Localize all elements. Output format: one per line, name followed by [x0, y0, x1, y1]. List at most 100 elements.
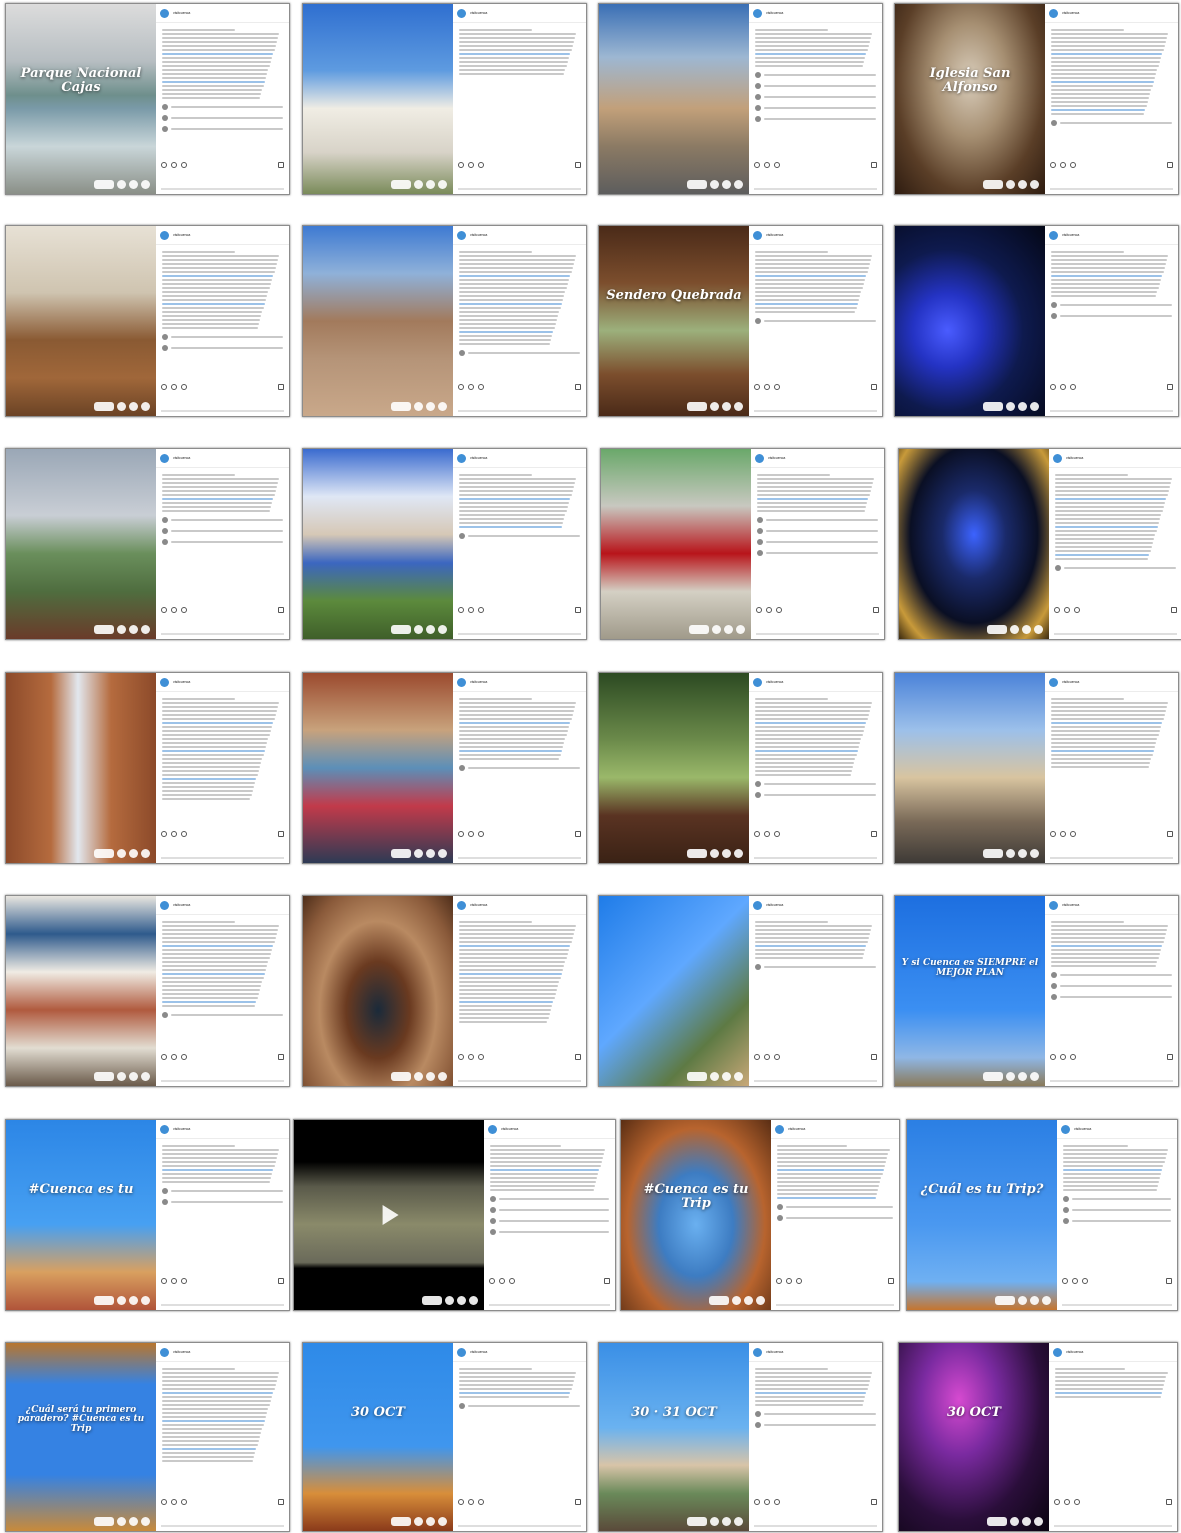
- bookmark-icon[interactable]: [1166, 1278, 1172, 1284]
- post-photo[interactable]: 30 OCT: [899, 1343, 1049, 1531]
- comment-avatar[interactable]: [459, 533, 465, 539]
- add-comment-field[interactable]: [161, 410, 284, 412]
- post-header[interactable]: visitcuenca: [156, 226, 289, 245]
- instagram-post-card[interactable]: #Cuenca es tu Trip visitcuenca: [620, 1119, 900, 1311]
- bookmark-icon[interactable]: [873, 607, 879, 613]
- instagram-post-card[interactable]: visitcuenca: [5, 448, 290, 640]
- add-comment-field[interactable]: [1054, 1525, 1172, 1527]
- avatar[interactable]: [160, 453, 169, 463]
- instagram-post-card[interactable]: 30 OCT visitcuenca: [302, 1342, 587, 1532]
- like-icon[interactable]: [756, 607, 762, 613]
- comment-avatar[interactable]: [162, 126, 168, 132]
- comment-avatar[interactable]: [162, 1012, 168, 1018]
- share-icon[interactable]: [774, 384, 780, 390]
- post-header[interactable]: visitcuenca: [751, 449, 884, 468]
- comment-icon[interactable]: [764, 162, 770, 168]
- instagram-post-card[interactable]: visitcuenca: [894, 672, 1179, 864]
- comment-icon[interactable]: [171, 607, 177, 613]
- comment-avatar[interactable]: [1051, 972, 1057, 978]
- comment-avatar[interactable]: [490, 1229, 496, 1235]
- comment-avatar[interactable]: [755, 94, 761, 100]
- avatar[interactable]: [753, 677, 762, 687]
- like-icon[interactable]: [1054, 607, 1060, 613]
- username[interactable]: visitcuenca: [173, 903, 190, 907]
- like-icon[interactable]: [161, 162, 167, 168]
- instagram-post-card[interactable]: Y si Cuenca es SIEMPRE el MEJOR PLAN visi…: [894, 895, 1179, 1087]
- share-icon[interactable]: [1070, 162, 1076, 168]
- comment-icon[interactable]: [786, 1278, 792, 1284]
- bookmark-icon[interactable]: [278, 607, 284, 613]
- instagram-post-card[interactable]: visitcuenca: [5, 225, 290, 417]
- avatar[interactable]: [160, 900, 169, 910]
- post-header[interactable]: visitcuenca: [453, 449, 586, 468]
- avatar[interactable]: [1061, 1124, 1070, 1134]
- bookmark-icon[interactable]: [871, 162, 877, 168]
- comment-icon[interactable]: [171, 162, 177, 168]
- username[interactable]: visitcuenca: [470, 680, 487, 684]
- username[interactable]: visitcuenca: [173, 680, 190, 684]
- add-comment-field[interactable]: [1054, 633, 1177, 635]
- add-comment-field[interactable]: [161, 1525, 284, 1527]
- bookmark-icon[interactable]: [1171, 607, 1177, 613]
- comment-icon[interactable]: [171, 384, 177, 390]
- comment-avatar[interactable]: [755, 83, 761, 89]
- post-header[interactable]: visitcuenca: [1045, 673, 1178, 692]
- bookmark-icon[interactable]: [871, 384, 877, 390]
- share-icon[interactable]: [1074, 607, 1080, 613]
- post-header[interactable]: visitcuenca: [156, 449, 289, 468]
- username[interactable]: visitcuenca: [470, 903, 487, 907]
- post-photo[interactable]: [303, 449, 453, 639]
- comment-avatar[interactable]: [1063, 1196, 1069, 1202]
- username[interactable]: visitcuenca: [1062, 903, 1079, 907]
- post-photo[interactable]: [599, 673, 749, 863]
- avatar[interactable]: [457, 230, 466, 240]
- avatar[interactable]: [488, 1124, 497, 1134]
- like-icon[interactable]: [458, 1499, 464, 1505]
- avatar[interactable]: [1049, 230, 1058, 240]
- comment-icon[interactable]: [468, 607, 474, 613]
- username[interactable]: visitcuenca: [470, 11, 487, 15]
- add-comment-field[interactable]: [776, 1304, 894, 1306]
- username[interactable]: visitcuenca: [788, 1127, 805, 1131]
- bookmark-icon[interactable]: [1167, 384, 1173, 390]
- comment-avatar[interactable]: [777, 1204, 783, 1210]
- avatar[interactable]: [160, 677, 169, 687]
- post-header[interactable]: visitcuenca: [453, 4, 586, 23]
- post-header[interactable]: visitcuenca: [453, 226, 586, 245]
- username[interactable]: visitcuenca: [1062, 233, 1079, 237]
- share-icon[interactable]: [774, 1054, 780, 1060]
- add-comment-field[interactable]: [754, 857, 877, 859]
- like-icon[interactable]: [161, 1054, 167, 1060]
- share-icon[interactable]: [478, 162, 484, 168]
- avatar[interactable]: [775, 1124, 784, 1134]
- post-header[interactable]: visitcuenca: [156, 673, 289, 692]
- post-photo[interactable]: [599, 4, 749, 194]
- comment-avatar[interactable]: [162, 517, 168, 523]
- post-photo[interactable]: [294, 1120, 484, 1310]
- comment-icon[interactable]: [171, 831, 177, 837]
- comment-icon[interactable]: [468, 162, 474, 168]
- avatar[interactable]: [1049, 900, 1058, 910]
- add-comment-field[interactable]: [161, 633, 284, 635]
- username[interactable]: visitcuenca: [173, 456, 190, 460]
- share-icon[interactable]: [181, 162, 187, 168]
- comment-avatar[interactable]: [459, 350, 465, 356]
- instagram-post-card[interactable]: visitcuenca: [598, 895, 883, 1087]
- avatar[interactable]: [457, 677, 466, 687]
- bookmark-icon[interactable]: [278, 384, 284, 390]
- post-photo[interactable]: Sendero Quebrada: [599, 226, 749, 416]
- like-icon[interactable]: [458, 162, 464, 168]
- add-comment-field[interactable]: [458, 633, 581, 635]
- comment-icon[interactable]: [499, 1278, 505, 1284]
- post-header[interactable]: visitcuenca: [749, 1343, 882, 1362]
- post-photo[interactable]: 30 OCT: [303, 1343, 453, 1531]
- add-comment-field[interactable]: [458, 857, 581, 859]
- post-header[interactable]: visitcuenca: [749, 4, 882, 23]
- instagram-post-card[interactable]: Parque Nacional Cajas visitcuenca: [5, 3, 290, 195]
- comment-avatar[interactable]: [162, 1188, 168, 1194]
- bookmark-icon[interactable]: [278, 831, 284, 837]
- like-icon[interactable]: [458, 831, 464, 837]
- post-photo[interactable]: Parque Nacional Cajas: [6, 4, 156, 194]
- bookmark-icon[interactable]: [871, 831, 877, 837]
- post-photo[interactable]: [599, 896, 749, 1086]
